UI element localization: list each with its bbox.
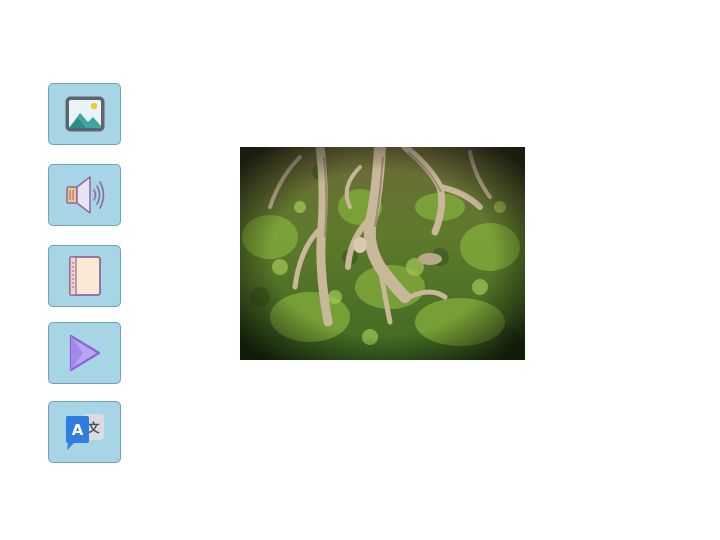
image-icon xyxy=(65,96,104,132)
image-button[interactable] xyxy=(48,83,121,145)
translate-icon: 文 A xyxy=(65,414,104,450)
translate-glyph-target: 文 xyxy=(87,420,100,435)
media-toolbar: 文 A xyxy=(48,0,124,540)
speaker-icon xyxy=(65,176,104,214)
audio-button[interactable] xyxy=(48,164,121,226)
translate-glyph-source: A xyxy=(71,421,83,439)
play-icon xyxy=(69,334,100,372)
play-button[interactable] xyxy=(48,322,121,384)
slide-canvas: 文 A xyxy=(0,0,720,540)
notebook-icon xyxy=(68,256,101,296)
translate-button[interactable]: 文 A xyxy=(48,401,121,463)
tree-roots-photo xyxy=(240,147,525,360)
notebook-button[interactable] xyxy=(48,245,121,307)
